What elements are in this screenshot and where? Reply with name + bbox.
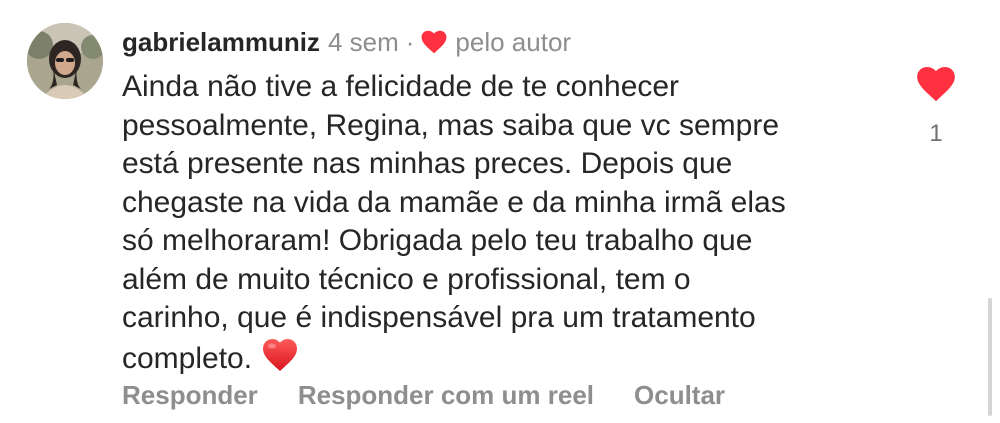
avatar-photo: [27, 23, 103, 99]
heart-filled-icon: [421, 30, 447, 54]
comment-timestamp: 4 sem: [327, 26, 399, 57]
liked-by-author-label: pelo autor: [455, 26, 572, 57]
comment-header: gabrielammuniz 4 sem · pelo autor: [122, 24, 571, 60]
separator-dot: ·: [405, 26, 415, 57]
username[interactable]: gabrielammuniz: [122, 27, 320, 58]
comment-actions: Responder Responder com um reel Ocultar: [122, 380, 765, 411]
reply-with-reel-button[interactable]: Responder com um reel: [298, 380, 594, 411]
red-heart-emoji-icon: [263, 338, 298, 371]
comment-text: Ainda não tive a felicidade de te conhec…: [122, 68, 882, 378]
comment-text-line: chegaste na vida da mamãe e da minha irm…: [122, 185, 786, 219]
like-area: 1: [912, 66, 960, 148]
like-count[interactable]: 1: [912, 120, 960, 148]
comment-text-line: está presente nas minhas preces. Depois …: [122, 147, 733, 180]
reply-button[interactable]: Responder: [122, 380, 258, 411]
comment-text-line-last: completo.: [122, 338, 882, 379]
comment-text-line: carinho, que é indispensável pra um trat…: [122, 301, 756, 334]
comment-text-line: completo.: [122, 341, 253, 375]
scrollbar[interactable]: [988, 298, 992, 416]
comment-text-line: pessoalmente, Regina, mas saiba que vc s…: [122, 108, 780, 142]
comment-item: gabrielammuniz 4 sem · pelo autor Ainda …: [0, 0, 1000, 423]
avatar[interactable]: [27, 23, 103, 99]
comment-text-line: além de muito técnico e profissional, te…: [122, 262, 691, 296]
comment-text-line: Ainda não tive a felicidade de te conhec…: [122, 70, 680, 103]
hide-button[interactable]: Ocultar: [634, 380, 725, 411]
like-heart-icon[interactable]: [916, 66, 956, 102]
comment-text-line: só melhoraram! Obrigada pelo teu trabalh…: [122, 224, 753, 257]
